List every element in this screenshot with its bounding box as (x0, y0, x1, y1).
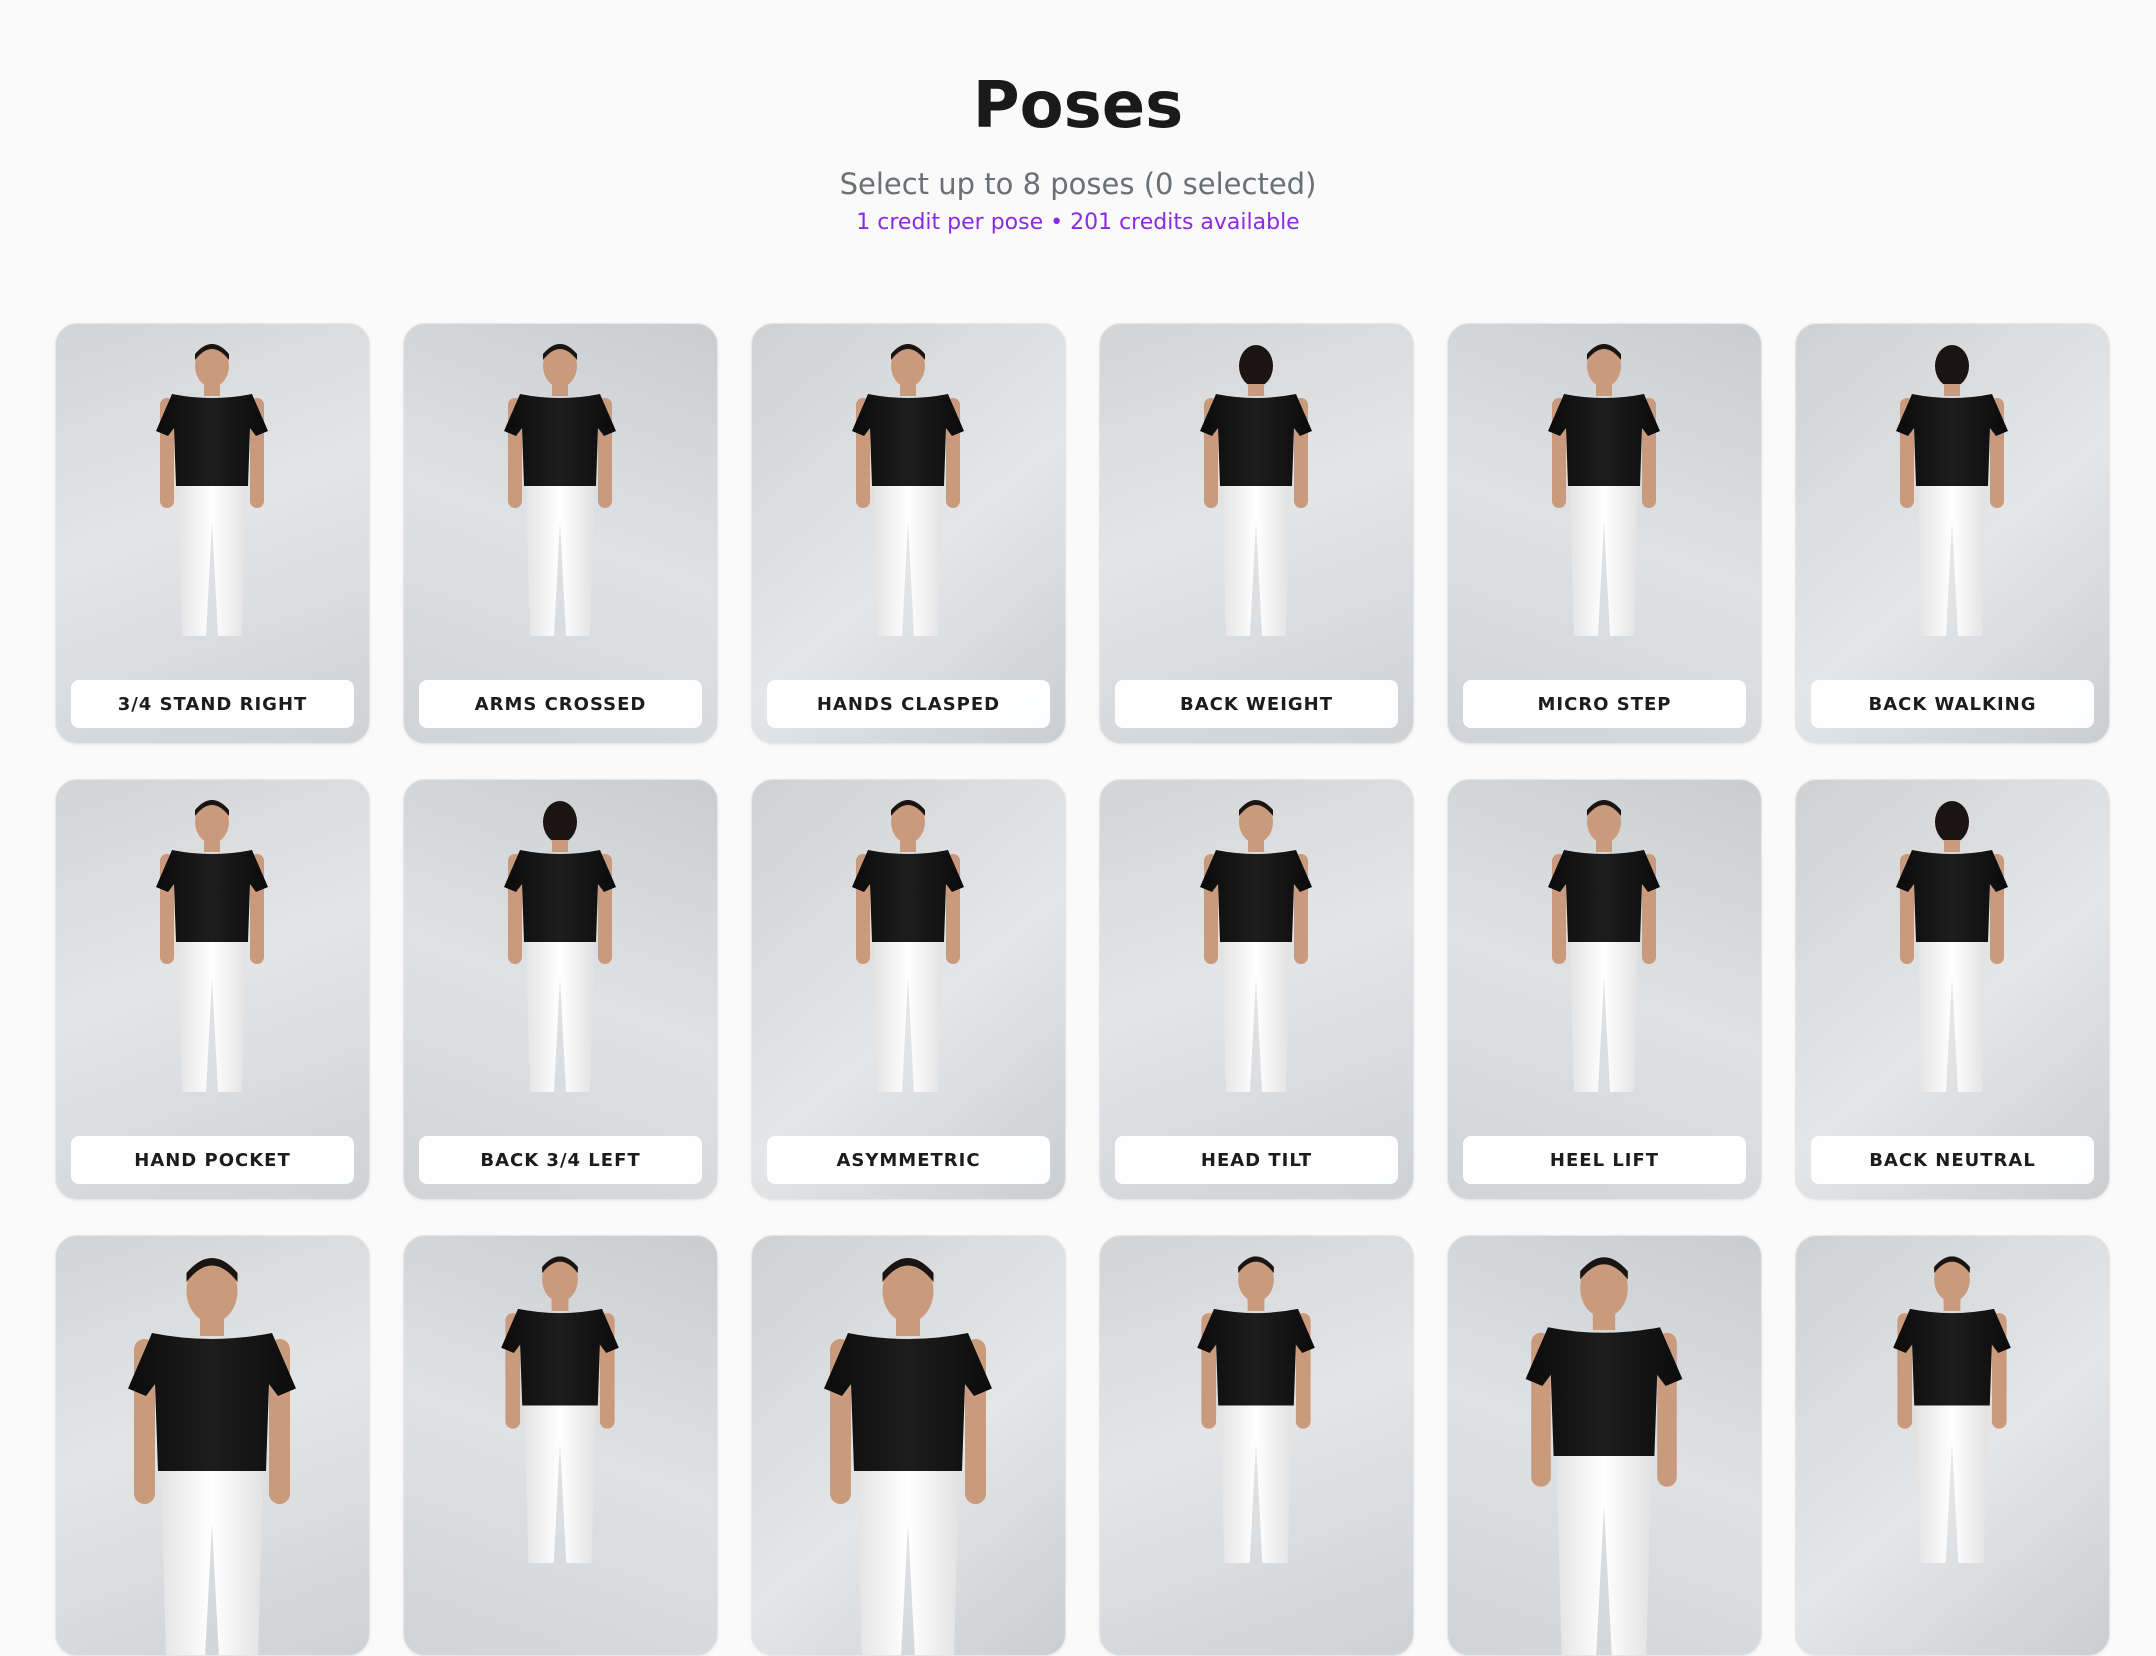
pose-label: MICRO STEP (1463, 680, 1746, 728)
pose-card[interactable]: BACK WALKING (1795, 323, 2110, 744)
page-header: Poses Select up to 8 poses (0 selected) … (0, 0, 2156, 238)
pose-card[interactable]: HANDS CLASPED (751, 323, 1066, 744)
pose-label: HAND POCKET (71, 1136, 354, 1184)
pose-card[interactable]: HAND POCKET (55, 779, 370, 1200)
pose-card[interactable]: BACK NEUTRAL (1795, 779, 2110, 1200)
pose-card[interactable]: HEAD TILT (1099, 779, 1414, 1200)
pose-label: HEAD TILT (1115, 1136, 1398, 1184)
credits-info: 1 credit per pose • 201 credits availabl… (856, 210, 1300, 235)
pose-card[interactable] (55, 1235, 370, 1656)
model-photo (501, 1256, 619, 1563)
pose-grid: 3/4 STAND RIGHT ARMS CROSSED HANDS CLASPED… (55, 323, 2110, 1656)
model-photo (1197, 1256, 1315, 1563)
model-photo (824, 1258, 992, 1655)
pose-card[interactable]: ASYMMETRIC (751, 779, 1066, 1200)
page-title: Poses (972, 69, 1184, 143)
pose-card[interactable] (1447, 1235, 1762, 1656)
pose-card[interactable]: BACK WEIGHT (1099, 323, 1414, 744)
pose-card[interactable]: 3/4 STAND RIGHT (55, 323, 370, 744)
pose-card[interactable]: BACK 3/4 LEFT (403, 779, 718, 1200)
pose-card[interactable] (751, 1235, 1066, 1656)
model-photo (1893, 1256, 2011, 1563)
pose-label: HANDS CLASPED (767, 680, 1050, 728)
pose-label: BACK WEIGHT (1115, 680, 1398, 728)
pose-label: BACK NEUTRAL (1811, 1136, 2094, 1184)
model-photo (1525, 1257, 1683, 1655)
pose-card[interactable]: ARMS CROSSED (403, 323, 718, 744)
pose-card[interactable] (403, 1235, 718, 1656)
pose-label: 3/4 STAND RIGHT (71, 680, 354, 728)
selection-count: Select up to 8 poses (0 selected) (839, 167, 1317, 201)
pose-card[interactable]: MICRO STEP (1447, 323, 1762, 744)
pose-label: ARMS CROSSED (419, 680, 702, 728)
pose-label: BACK WALKING (1811, 680, 2094, 728)
pose-label: ASYMMETRIC (767, 1136, 1050, 1184)
pose-card[interactable] (1099, 1235, 1414, 1656)
pose-label: HEEL LIFT (1463, 1136, 1746, 1184)
model-photo (128, 1258, 296, 1655)
pose-label: BACK 3/4 LEFT (419, 1136, 702, 1184)
pose-card[interactable] (1795, 1235, 2110, 1656)
pose-card[interactable]: HEEL LIFT (1447, 779, 1762, 1200)
